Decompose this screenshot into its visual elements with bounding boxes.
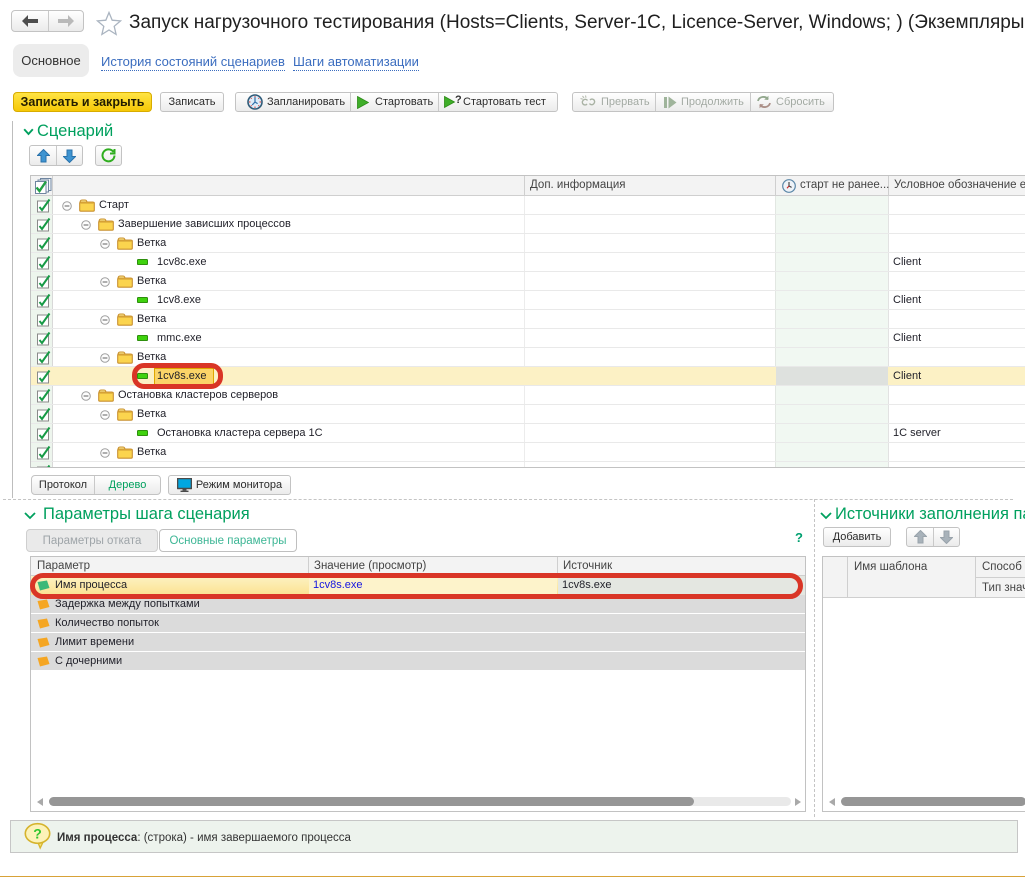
- svg-text:?: ?: [455, 95, 461, 106]
- svg-text:?: ?: [33, 826, 42, 842]
